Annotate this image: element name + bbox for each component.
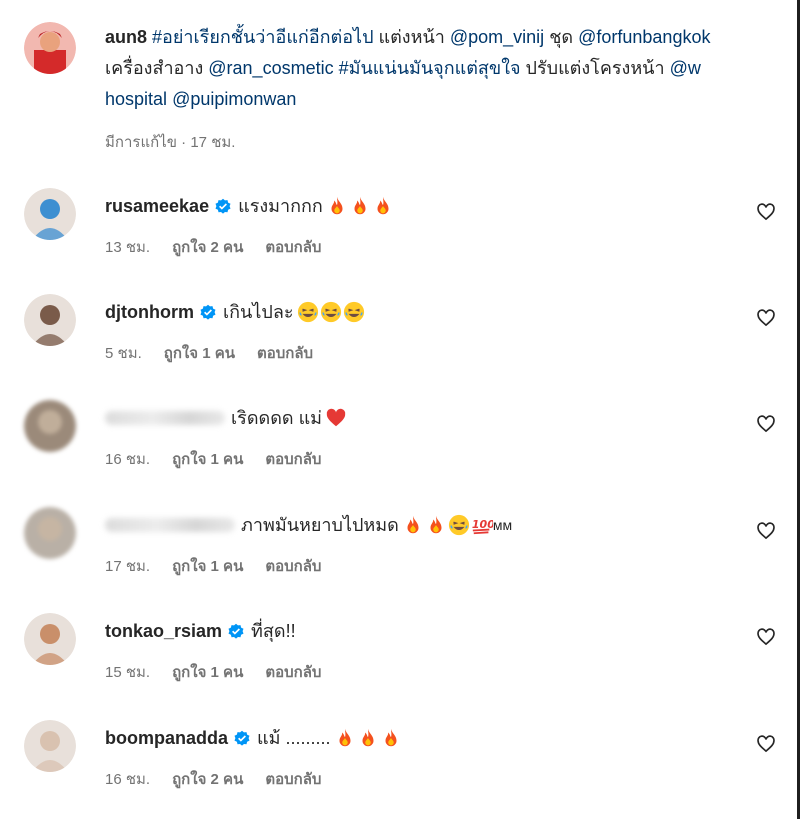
svg-text:100: 100 xyxy=(472,518,493,531)
comment-likes[interactable]: ถูกใจ 1 คน xyxy=(164,345,235,362)
verified-badge-icon xyxy=(227,622,245,640)
post-caption: aun8 #อย่าเรียกชั้นว่าอีแก่อีกต่อไป แต่ง… xyxy=(105,22,755,115)
comment-likes[interactable]: ถูกใจ 2 คน xyxy=(172,771,243,788)
like-heart-icon[interactable] xyxy=(756,202,776,222)
comment-text: ภาพมันหยาบไปหมด xyxy=(241,515,399,535)
comment-body: boompanadda แม้ ......... xyxy=(105,725,402,751)
comment-avatar[interactable] xyxy=(24,507,76,559)
comment-avatar[interactable] xyxy=(24,188,76,240)
reply-button[interactable]: ตอบกลับ xyxy=(265,451,321,468)
mention-link[interactable]: @ran_cosmetic xyxy=(208,58,333,78)
comment-actions: 15 ชม. ถูกใจ 1 คน ตอบกลับ xyxy=(105,660,343,684)
verified-badge-icon xyxy=(199,303,217,321)
caption-text: เครื่องสำอาง xyxy=(105,58,209,78)
comment-body: ภาพมันหยาบไปหมด 100 мм xyxy=(105,512,512,538)
comment-time: 16 ชม. xyxy=(105,451,151,468)
comment-actions: 13 ชม. ถูกใจ 2 คน ตอบกลับ xyxy=(105,235,343,259)
edited-label: มีการแก้ไข xyxy=(105,134,177,151)
hashtag-link[interactable]: #อย่าเรียกชั้นว่าอีแก่อีกต่อไป xyxy=(152,27,373,47)
mention-link[interactable]: @forfunbangkok xyxy=(578,27,710,47)
comment-text: ที่สุด!! xyxy=(251,621,296,641)
comment-time: 5 ชม. xyxy=(105,345,142,362)
laugh-emoji-icon xyxy=(297,301,319,323)
comment-avatar[interactable] xyxy=(24,400,76,452)
fire-emoji-icon xyxy=(380,727,402,749)
comment-actions: 5 ชม. ถูกใจ 1 คน ตอบกลับ xyxy=(105,341,335,365)
verified-badge-icon xyxy=(233,729,251,747)
comment-body: เริดดดด แม่ xyxy=(105,405,347,431)
caption-text: ปรับแต่งโครงหน้า xyxy=(520,58,670,78)
comment-avatar[interactable] xyxy=(24,720,76,772)
comment-time: 17 ชม. xyxy=(105,558,151,575)
comment-text: แรงมากกก xyxy=(238,196,323,216)
comment-actions: 16 ชม. ถูกใจ 1 คน ตอบกลับ xyxy=(105,447,343,471)
hundred-emoji-icon: 100 xyxy=(471,514,493,536)
blurred-username[interactable] xyxy=(105,518,235,532)
comment-body: djtonhorm เกินไปละ xyxy=(105,299,365,325)
comment-likes[interactable]: ถูกใจ 2 คน xyxy=(172,239,243,256)
verified-badge-icon xyxy=(214,197,232,215)
like-heart-icon[interactable] xyxy=(756,414,776,434)
mention-link[interactable]: @puipimonwan xyxy=(172,89,296,109)
comment-time: 13 ชม. xyxy=(105,239,151,256)
hashtag-link[interactable]: #มันแน่นมันจุกแต่สุขใจ xyxy=(339,58,521,78)
comment-text: แม้ ......... xyxy=(257,728,331,748)
comment-likes[interactable]: ถูกใจ 1 คน xyxy=(172,451,243,468)
laugh-emoji-icon xyxy=(320,301,342,323)
comment-username[interactable]: boompanadda xyxy=(105,725,228,751)
like-heart-icon[interactable] xyxy=(756,521,776,541)
reply-button[interactable]: ตอบกลับ xyxy=(265,664,321,681)
comment-avatar[interactable] xyxy=(24,294,76,346)
comment-text: เริดดดด แม่ xyxy=(231,408,323,428)
laugh-emoji-icon xyxy=(448,514,470,536)
post-meta: มีการแก้ไข · 17 ชม. xyxy=(105,130,235,154)
like-heart-icon[interactable] xyxy=(756,627,776,647)
mention-link[interactable]: @pom_vinij xyxy=(450,27,544,47)
reply-button[interactable]: ตอบกลับ xyxy=(257,345,313,362)
fire-emoji-icon xyxy=(326,195,348,217)
post-author-username[interactable]: aun8 xyxy=(105,27,147,47)
fire-emoji-icon xyxy=(349,195,371,217)
fire-emoji-icon xyxy=(372,195,394,217)
caption-text: แต่งหน้า xyxy=(373,27,450,47)
reply-button[interactable]: ตอบกลับ xyxy=(265,558,321,575)
comment-likes[interactable]: ถูกใจ 1 คน xyxy=(172,558,243,575)
blurred-username[interactable] xyxy=(105,411,225,425)
comment-avatar[interactable] xyxy=(24,613,76,665)
like-heart-icon[interactable] xyxy=(756,734,776,754)
comment-username[interactable]: djtonhorm xyxy=(105,299,194,325)
post-author-avatar[interactable] xyxy=(24,22,76,74)
comment-likes[interactable]: ถูกใจ 1 คน xyxy=(172,664,243,681)
laugh-emoji-icon xyxy=(343,301,365,323)
reply-button[interactable]: ตอบกลับ xyxy=(265,239,321,256)
comment-body: rusameekae แรงมากกก xyxy=(105,193,394,219)
fire-emoji-icon xyxy=(357,727,379,749)
caption-text: ชุด xyxy=(544,27,579,47)
comment-suffix: мм xyxy=(492,517,513,533)
fire-emoji-icon xyxy=(334,727,356,749)
comment-time: 15 ชม. xyxy=(105,664,151,681)
comment-time: 16 ชม. xyxy=(105,771,151,788)
comment-username[interactable]: tonkao_rsiam xyxy=(105,618,222,644)
meta-separator: · xyxy=(181,134,187,151)
comment-actions: 16 ชม. ถูกใจ 2 คน ตอบกลับ xyxy=(105,767,343,791)
comment-text: เกินไปละ xyxy=(222,302,294,322)
comment-actions: 17 ชม. ถูกใจ 1 คน ตอบกลับ xyxy=(105,554,343,578)
comment-username[interactable]: rusameekae xyxy=(105,193,209,219)
post-time[interactable]: 17 ชม. xyxy=(190,134,235,151)
fire-emoji-icon xyxy=(425,514,447,536)
like-heart-icon[interactable] xyxy=(756,308,776,328)
fire-emoji-icon xyxy=(402,514,424,536)
reply-button[interactable]: ตอบกลับ xyxy=(265,771,321,788)
comment-body: tonkao_rsiam ที่สุด!! xyxy=(105,618,296,644)
heart-emoji-icon xyxy=(325,407,347,429)
